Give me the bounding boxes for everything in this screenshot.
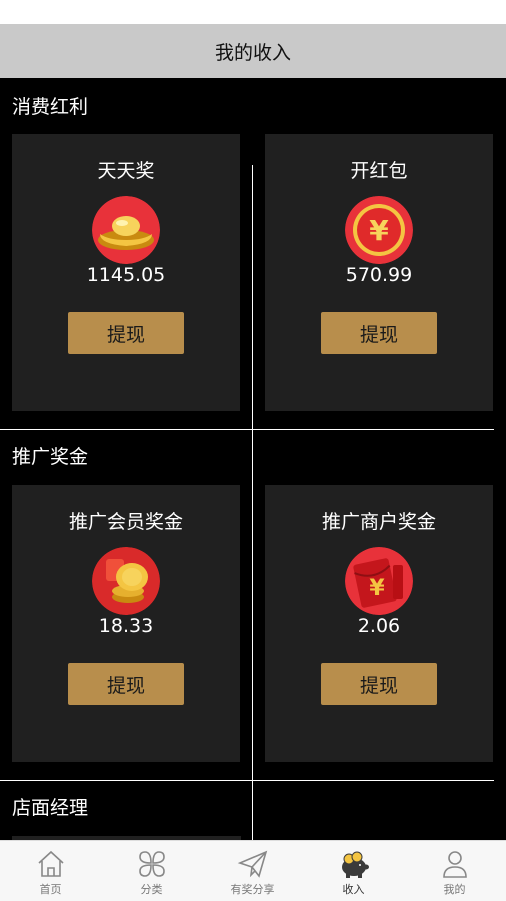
svg-text:¥: ¥ [369, 214, 389, 247]
withdraw-button[interactable]: 提现 [321, 663, 437, 705]
card-name: 推广会员奖金 [68, 511, 183, 533]
paper-plane-icon [237, 848, 269, 880]
income-content[interactable]: 消费红利 天天奖 1145.05 提现 开红包 ¥ 570.99 提现 推广奖金… [0, 78, 506, 840]
coin-stack-icon [92, 547, 160, 615]
yuan-coin-icon: ¥ [345, 196, 413, 264]
card-name: 推广商户奖金 [321, 511, 436, 533]
section-title-store-manager: 店面经理 [12, 797, 89, 819]
withdraw-button[interactable]: 提现 [68, 312, 184, 354]
section-title-referral-bonus: 推广奖金 [12, 446, 89, 468]
gold-ingot-icon [92, 196, 160, 264]
svg-text:¥: ¥ [369, 576, 385, 601]
card-amount: 1145.05 [86, 264, 166, 286]
piggy-bank-icon [338, 848, 370, 880]
tab-label: 首页 [39, 883, 62, 896]
home-icon [35, 848, 67, 880]
page-title: 我的收入 [214, 41, 291, 64]
card-member-referral-bonus: 推广会员奖金 18.33 提现 [12, 485, 240, 762]
withdraw-button[interactable]: 提现 [321, 312, 437, 354]
card-name: 天天奖 [97, 160, 155, 182]
card-merchant-referral-bonus: 推广商户奖金 ¥ 2.06 提现 [265, 485, 493, 762]
grid-divider-2 [0, 780, 494, 781]
card-red-packet: 开红包 ¥ 570.99 提现 [265, 134, 493, 411]
card-amount: 18.33 [98, 615, 154, 637]
category-icon [136, 848, 168, 880]
tab-income[interactable]: 收入 [303, 841, 404, 901]
tab-label: 收入 [342, 883, 365, 896]
section-title-consumption-bonus: 消费红利 [12, 96, 89, 118]
status-bar [0, 0, 506, 24]
tab-share-reward[interactable]: 有奖分享 [202, 841, 303, 901]
user-icon [439, 848, 471, 880]
tab-home[interactable]: 首页 [0, 841, 101, 901]
grid-divider-vertical [252, 165, 253, 840]
tab-bar: 首页 分类 有奖分享 收入 我的 [0, 840, 506, 901]
card-daily-reward: 天天奖 1145.05 提现 [12, 134, 240, 411]
card-name: 开红包 [350, 160, 408, 182]
withdraw-button[interactable]: 提现 [68, 663, 184, 705]
red-envelope-icon: ¥ [345, 547, 413, 615]
card-amount: 570.99 [345, 264, 413, 286]
navigation-bar: 我的收入 [0, 24, 506, 78]
card-amount: 2.06 [357, 615, 401, 637]
tab-label: 分类 [140, 883, 163, 896]
tab-label: 有奖分享 [230, 883, 275, 896]
grid-divider-1 [0, 429, 494, 430]
tab-label: 我的 [443, 883, 466, 896]
tab-mine[interactable]: 我的 [404, 841, 505, 901]
tab-category[interactable]: 分类 [101, 841, 202, 901]
